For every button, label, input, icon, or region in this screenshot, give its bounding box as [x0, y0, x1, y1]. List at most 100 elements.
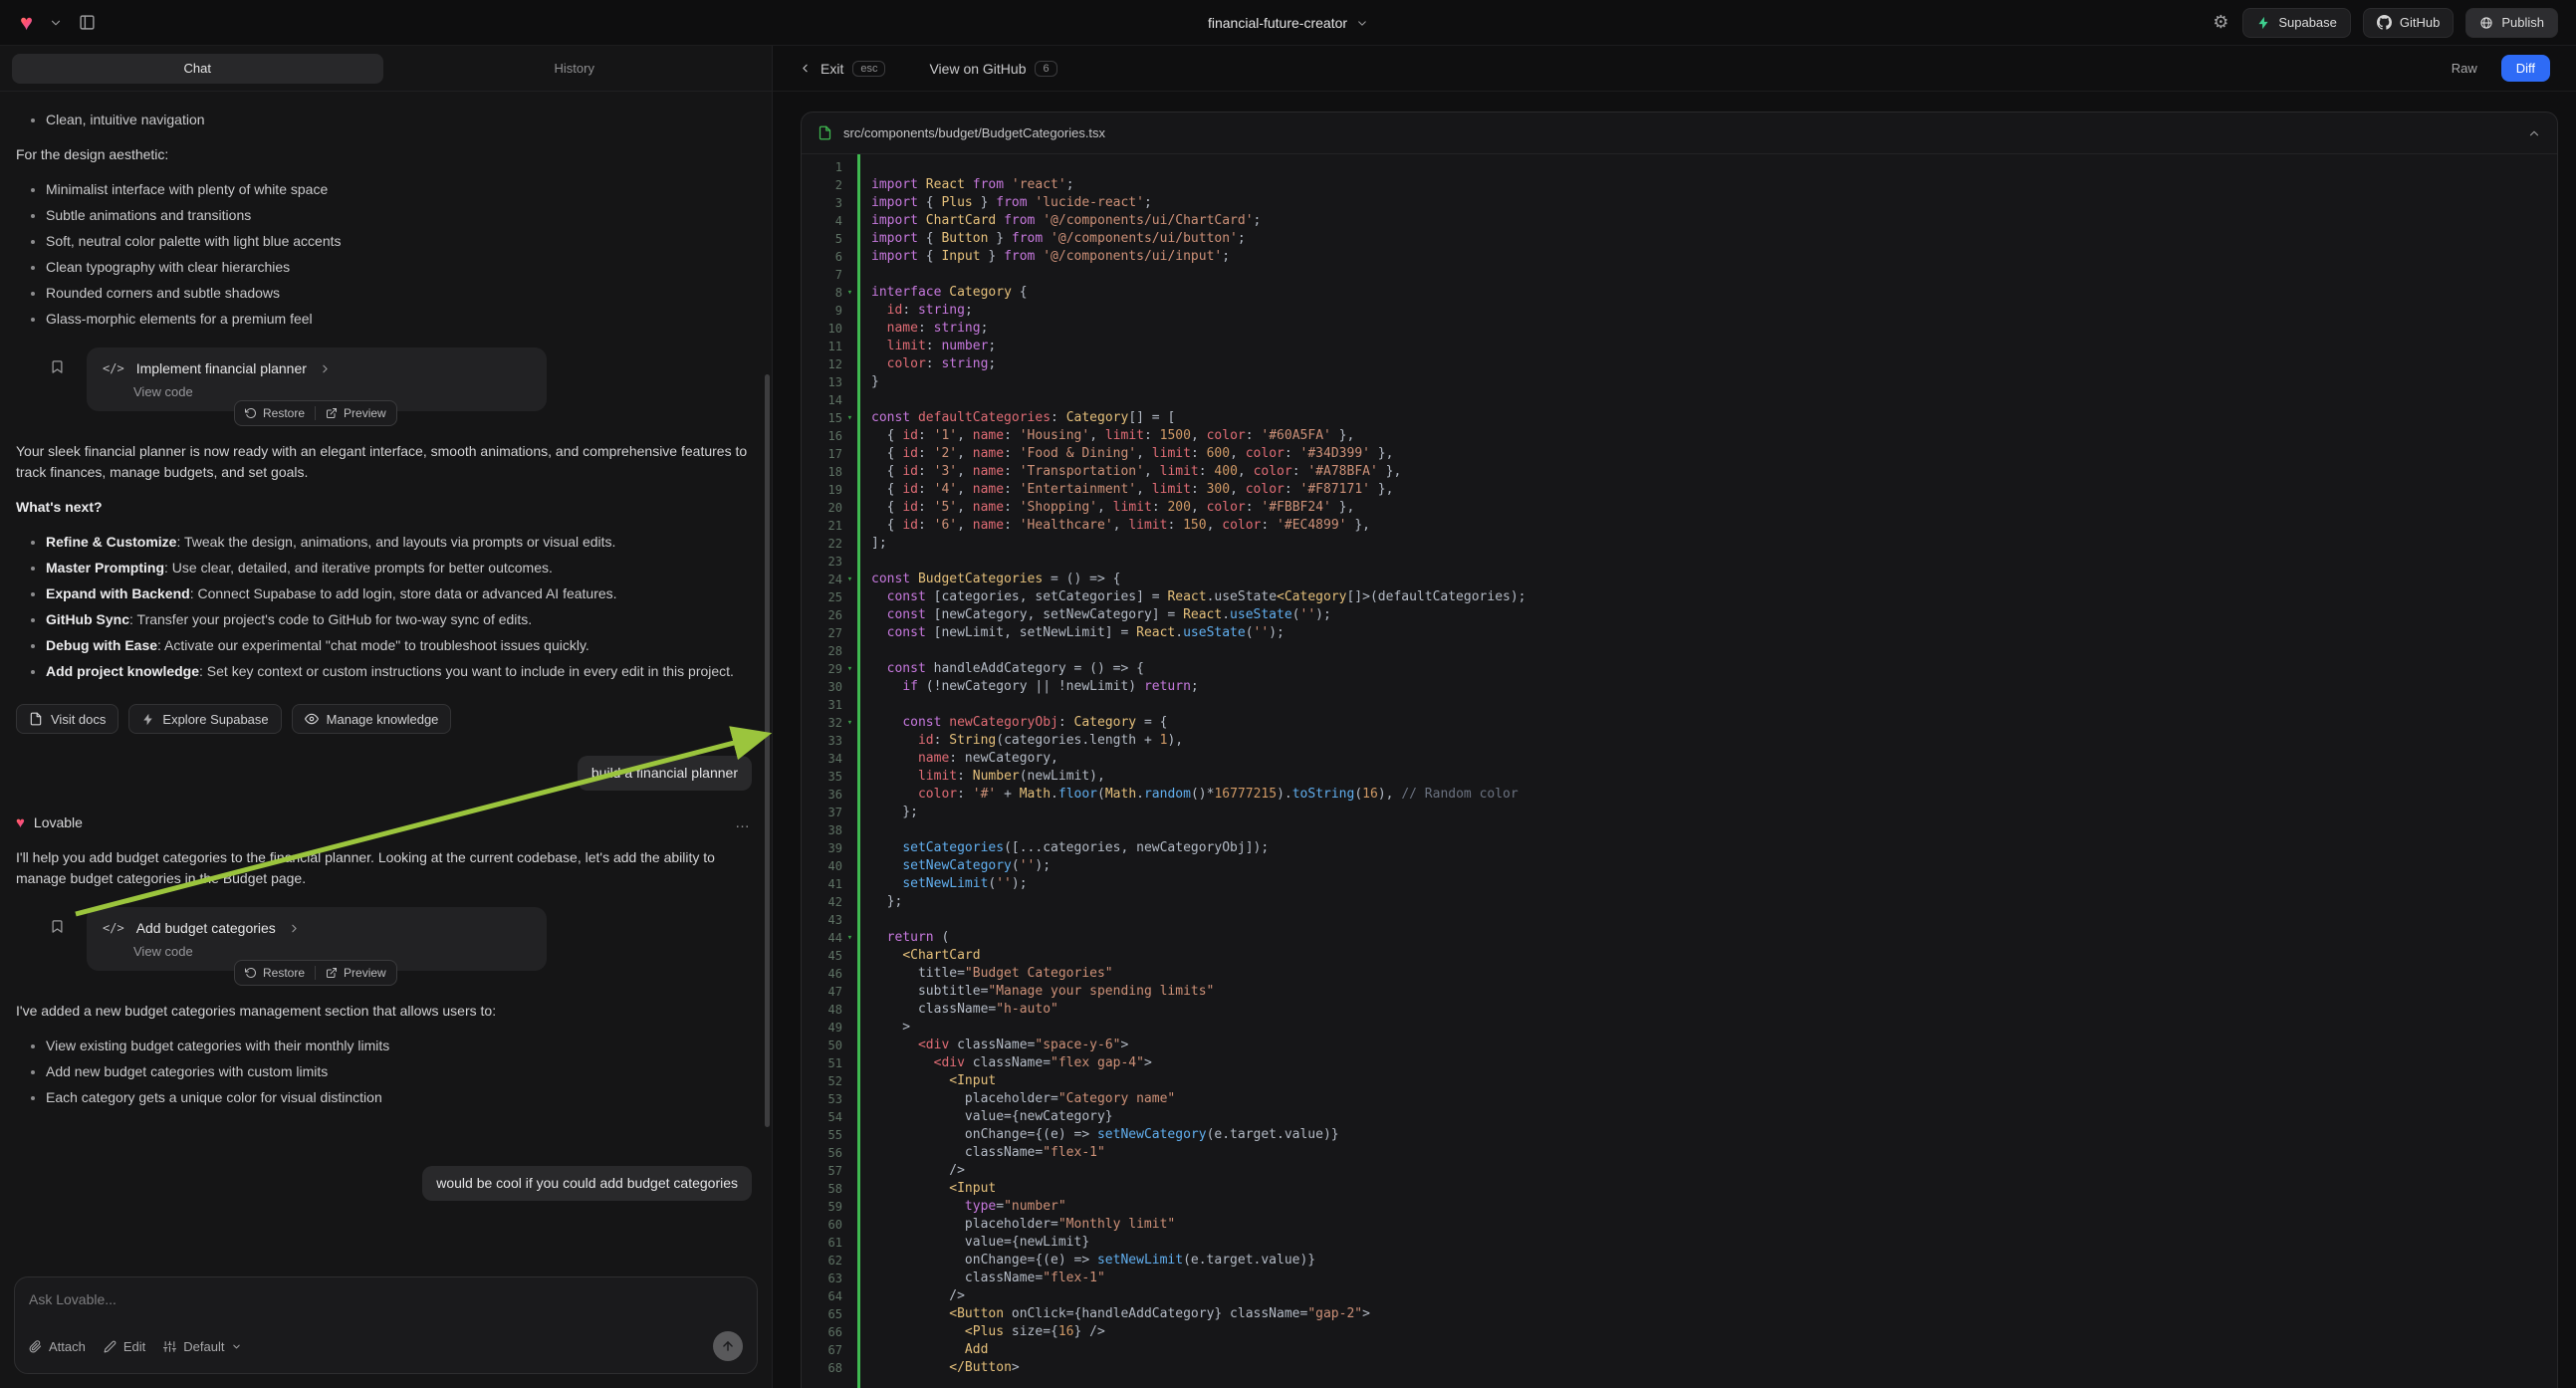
- line-number: 36: [802, 786, 857, 804]
- visit-docs-button[interactable]: Visit docs: [16, 704, 118, 734]
- code-line: <Input: [871, 1072, 2557, 1090]
- design-bullet-list: Minimalist interface with plenty of whit…: [16, 179, 752, 330]
- line-number: 31: [802, 696, 857, 714]
- added-paragraph: I've added a new budget categories manag…: [16, 1001, 752, 1022]
- explore-supabase-button[interactable]: Explore Supabase: [128, 704, 281, 734]
- exit-button[interactable]: Exit esc: [799, 61, 885, 77]
- publish-button[interactable]: Publish: [2465, 8, 2558, 38]
- lovable-heart-icon: ♥: [20, 12, 33, 34]
- bookmark-icon[interactable]: [50, 919, 65, 934]
- line-number: 52: [802, 1072, 857, 1090]
- edit-button[interactable]: Edit: [104, 1339, 145, 1354]
- send-button[interactable]: [713, 1331, 743, 1361]
- line-number: 11: [802, 338, 857, 355]
- github-button[interactable]: GitHub: [2363, 8, 2454, 38]
- sidebar-toggle-button[interactable]: [77, 12, 98, 33]
- diff-button[interactable]: Diff: [2501, 55, 2550, 82]
- code-lines: import React from 'react';import { Plus …: [857, 154, 2557, 1388]
- view-on-github-button[interactable]: View on GitHub 6: [929, 61, 1056, 77]
- line-number: 60: [802, 1216, 857, 1234]
- line-number: 53: [802, 1090, 857, 1108]
- eye-icon: [305, 712, 319, 726]
- line-number: 57: [802, 1162, 857, 1180]
- line-number: 2: [802, 176, 857, 194]
- raw-button[interactable]: Raw: [2440, 55, 2489, 82]
- code-line: ];: [871, 535, 2557, 553]
- tab-history[interactable]: History: [389, 54, 761, 84]
- line-number: 44▾: [802, 929, 857, 947]
- mode-selector[interactable]: Default: [163, 1339, 242, 1354]
- code-line: placeholder="Monthly limit": [871, 1216, 2557, 1234]
- code-line: placeholder="Category name": [871, 1090, 2557, 1108]
- chat-scrollbar[interactable]: [765, 374, 770, 1127]
- list-item: Add project knowledge: Set key context o…: [46, 661, 752, 682]
- list-item: Clean, intuitive navigation: [46, 110, 752, 130]
- version-card-title: Add budget categories: [136, 918, 276, 939]
- lovable-logo-button[interactable]: ♥: [18, 10, 35, 36]
- project-switcher[interactable]: financial-future-creator: [1208, 0, 1368, 46]
- code-line: type="number": [871, 1198, 2557, 1216]
- line-number: 33: [802, 732, 857, 750]
- version-card-implement-financial-planner[interactable]: </> Implement financial planner View cod…: [87, 347, 547, 411]
- file-path: src/components/budget/BudgetCategories.t…: [843, 125, 1105, 140]
- file-icon: [818, 125, 832, 140]
- bookmark-icon[interactable]: [50, 359, 65, 374]
- line-number: 29▾: [802, 660, 857, 678]
- publish-label: Publish: [2501, 15, 2544, 30]
- chat-message-list[interactable]: Clean, intuitive navigation For the desi…: [0, 92, 772, 1269]
- line-number: 32▾: [802, 714, 857, 732]
- preview-button[interactable]: Preview: [326, 966, 386, 980]
- line-number: 42: [802, 893, 857, 911]
- view-code-button[interactable]: View code: [133, 384, 193, 399]
- code-line: [871, 821, 2557, 839]
- line-number: 3: [802, 194, 857, 212]
- version-card-add-budget-categories[interactable]: </> Add budget categories View code Rest…: [87, 907, 547, 971]
- code-line: const [newCategory, setNewCategory] = Re…: [871, 606, 2557, 624]
- code-line: const handleAddCategory = () => {: [871, 660, 2557, 678]
- list-item: Soft, neutral color palette with light b…: [46, 231, 752, 252]
- restore-button[interactable]: Restore: [245, 966, 305, 980]
- code-line: limit: Number(newLimit),: [871, 768, 2557, 786]
- code-line: const BudgetCategories = () => {: [871, 571, 2557, 588]
- workspace-menu-button[interactable]: [47, 14, 65, 32]
- code-editor[interactable]: 12345678▾9101112131415▾16171819202122232…: [802, 154, 2557, 1388]
- added-bullet-list: View existing budget categories with the…: [16, 1036, 752, 1108]
- code-line: title="Budget Categories": [871, 965, 2557, 983]
- top-bar-left: ♥: [18, 10, 98, 36]
- attach-button[interactable]: Attach: [29, 1339, 86, 1354]
- restore-button[interactable]: Restore: [245, 406, 305, 420]
- file-header[interactable]: src/components/budget/BudgetCategories.t…: [802, 113, 2557, 154]
- line-number: 40: [802, 857, 857, 875]
- chevron-down-icon: [231, 1341, 242, 1352]
- divider: [315, 406, 316, 420]
- list-item: Minimalist interface with plenty of whit…: [46, 179, 752, 200]
- manage-knowledge-button[interactable]: Manage knowledge: [292, 704, 452, 734]
- list-item: Each category gets a unique color for vi…: [46, 1087, 752, 1108]
- list-item: Add new budget categories with custom li…: [46, 1061, 752, 1082]
- line-number: 16: [802, 427, 857, 445]
- collapse-file-button[interactable]: [2527, 126, 2541, 140]
- intro-bullet-list: Clean, intuitive navigation: [16, 110, 752, 130]
- view-code-button[interactable]: View code: [133, 944, 193, 959]
- line-number: 13: [802, 373, 857, 391]
- tab-chat[interactable]: Chat: [12, 54, 383, 84]
- supabase-button[interactable]: Supabase: [2242, 8, 2351, 38]
- chat-input[interactable]: Ask Lovable...: [29, 1291, 457, 1307]
- code-line: id: String(categories.length + 1),: [871, 732, 2557, 750]
- code-line: { id: '1', name: 'Housing', limit: 1500,…: [871, 427, 2557, 445]
- line-number: 23: [802, 553, 857, 571]
- code-panel-header: Exit esc View on GitHub 6 Raw Diff: [773, 46, 2576, 92]
- line-number: 55: [802, 1126, 857, 1144]
- settings-button[interactable]: ⚙: [2211, 10, 2230, 35]
- code-line: import { Button } from '@/components/ui/…: [871, 230, 2557, 248]
- line-number: 20: [802, 499, 857, 517]
- code-icon: </>: [103, 358, 124, 379]
- line-number: 21: [802, 517, 857, 535]
- preview-button[interactable]: Preview: [326, 406, 386, 420]
- panel-left-icon: [79, 14, 96, 31]
- list-item: Refine & Customize: Tweak the design, an…: [46, 532, 752, 553]
- line-number: 66: [802, 1323, 857, 1341]
- message-menu-button[interactable]: …: [735, 814, 752, 831]
- line-number: 63: [802, 1270, 857, 1287]
- line-number: 25: [802, 588, 857, 606]
